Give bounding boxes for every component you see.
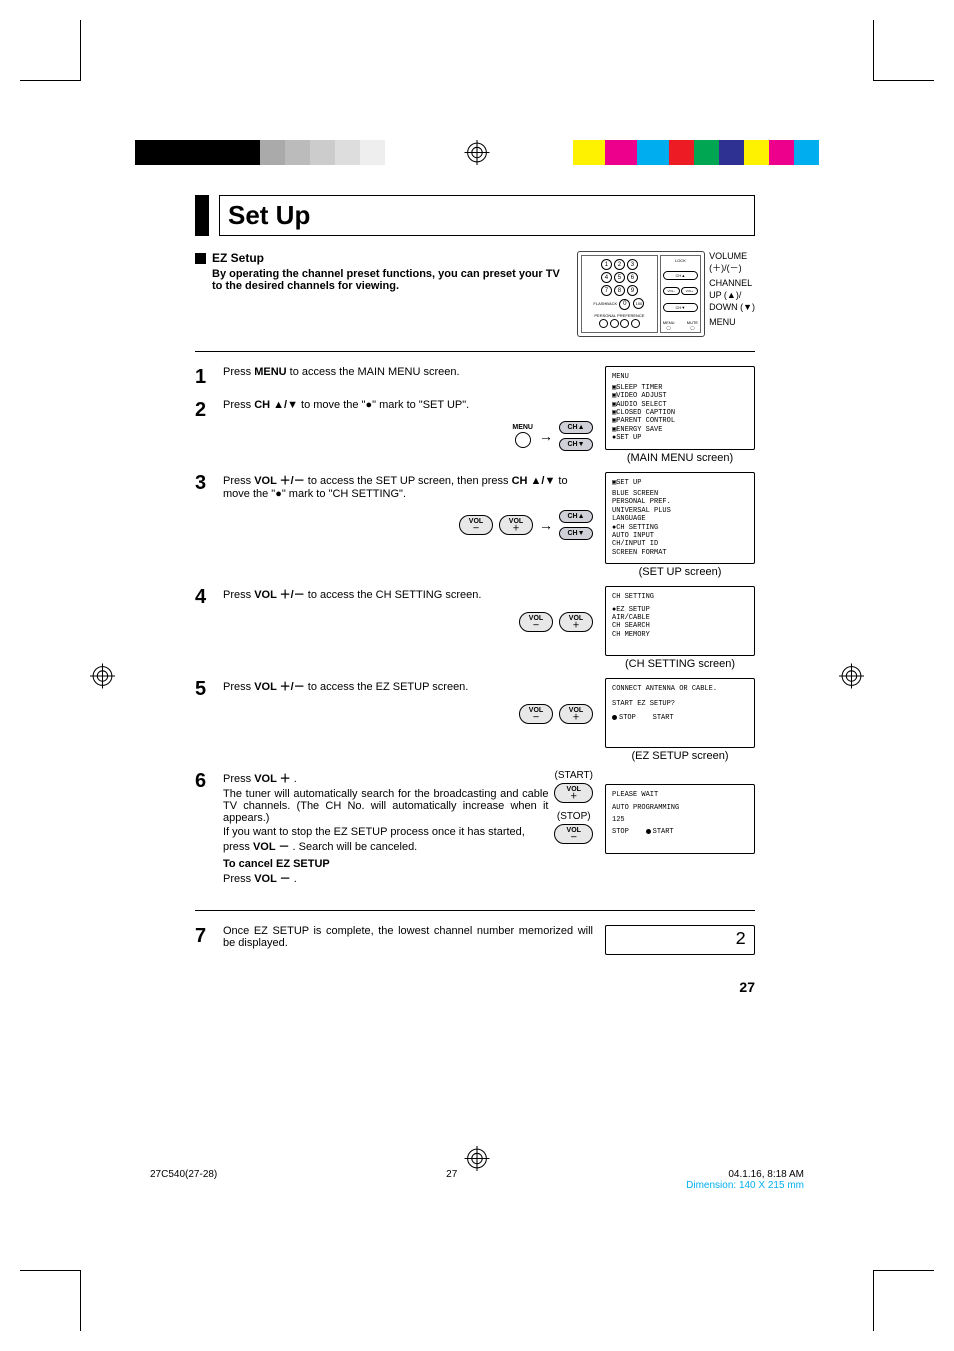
ez-setup-screen: CONNECT ANTENNA OR CABLE. START EZ SETUP… [605,678,755,748]
arrow-right-icon: → [539,517,553,533]
vol-minus-button: VOL－ [519,612,553,632]
step-number: 3 [195,472,213,540]
crop-mark [873,1270,934,1331]
remote-diagram: 123 456 789 FLASHBACK 0 100 PERSONAL PRE… [577,251,755,337]
title-bar: Set Up [195,195,755,236]
page-content: Set Up EZ Setup By operating the channel… [195,195,755,995]
step-1-text: Press MENU to access the MAIN MENU scree… [223,366,593,389]
print-colorbar-left [135,140,385,165]
main-menu-screen: MENU ▣SLEEP TIMER▣VIDEO ADJUST▣AUDIO SEL… [605,366,755,450]
section-bullet-icon [195,253,206,264]
stop-label: (STOP) [554,811,593,822]
footer-filename: 27C540(27-28) [150,1169,217,1191]
step-number: 2 [195,399,213,451]
crop-mark [873,20,934,81]
step-number: 6 [195,770,213,886]
remote-label-volume: VOLUME [709,251,755,263]
step-number: 7 [195,925,213,949]
final-channel-screen: 2 [605,925,755,955]
ch-down-button: CH▼ [559,527,593,540]
section-description: By operating the channel preset function… [212,268,562,292]
print-colorbar-right [573,140,819,165]
ch-up-button: CH▲ [559,510,593,523]
vol-minus-button: VOL－ [459,515,493,535]
step-5-text: Press VOL ＋/－ to access the EZ SETUP scr… [223,678,593,724]
remote-label-channel: CHANNEL [709,278,755,290]
progress-screen: PLEASE WAIT AUTO PROGRAMMING 125 STOP ST… [605,784,755,854]
ez-setup-caption: (EZ SETUP screen) [605,750,755,762]
ch-up-button: CH▲ [559,421,593,434]
vol-plus-button: VOL＋ [554,783,593,803]
setup-caption: (SET UP screen) [605,566,755,578]
footer-page: 27 [446,1169,457,1191]
remote-label-updown: UP (▲)/ DOWN (▼) [709,290,755,313]
vol-minus-button: VOL－ [519,704,553,724]
remote-label-vol-plusminus: (＋)/(－) [709,263,755,275]
step-number: 1 [195,366,213,389]
crop-mark [20,1270,81,1331]
print-footer: 27C540(27-28) 27 04.1.16, 8:18 AM Dimens… [150,1169,804,1191]
menu-button-icon: MENU [512,424,533,448]
setup-screen: ▣SET UP BLUE SCREEN PERSONAL PREF. UNIVE… [605,472,755,565]
step-3-text: Press VOL ＋/－ to access the SET UP scree… [223,472,593,540]
step-6-text: Press VOL ＋ . The tuner will automatical… [223,770,593,886]
separator [195,910,755,911]
main-menu-caption: (MAIN MENU screen) [605,452,755,464]
step-4-text: Press VOL ＋/－ to access the CH SETTING s… [223,586,593,632]
footer-timestamp: 04.1.16, 8:18 AM [728,1169,804,1180]
vol-plus-button: VOL＋ [559,612,593,632]
page-number: 27 [195,979,755,995]
crop-mark [20,20,81,81]
ch-setting-caption: (CH SETTING screen) [605,658,755,670]
step-number: 4 [195,586,213,632]
ch-setting-screen: CH SETTING ●EZ SETUP AIR/CABLE CH SEARCH… [605,586,755,656]
vol-plus-button: VOL＋ [499,515,533,535]
registration-mark-left [90,663,115,688]
vol-plus-button: VOL＋ [559,704,593,724]
page-title: Set Up [228,200,746,231]
registration-mark-top [465,140,490,165]
start-label: (START) [554,770,593,781]
vol-minus-button: VOL－ [554,824,593,844]
separator [195,351,755,352]
registration-mark-right [839,663,864,688]
section-heading: EZ Setup [212,251,562,265]
remote-label-menu: MENU [709,317,755,329]
ch-down-button: CH▼ [559,438,593,451]
step-7-text: Once EZ SETUP is complete, the lowest ch… [223,925,593,949]
step-number: 5 [195,678,213,724]
step-2-text: Press CH ▲/▼ to move the "●" mark to "SE… [223,399,593,451]
footer-dimension: Dimension: 140 X 215 mm [686,1180,804,1191]
arrow-right-icon: → [539,428,553,444]
registration-mark-bottom [465,1146,490,1171]
